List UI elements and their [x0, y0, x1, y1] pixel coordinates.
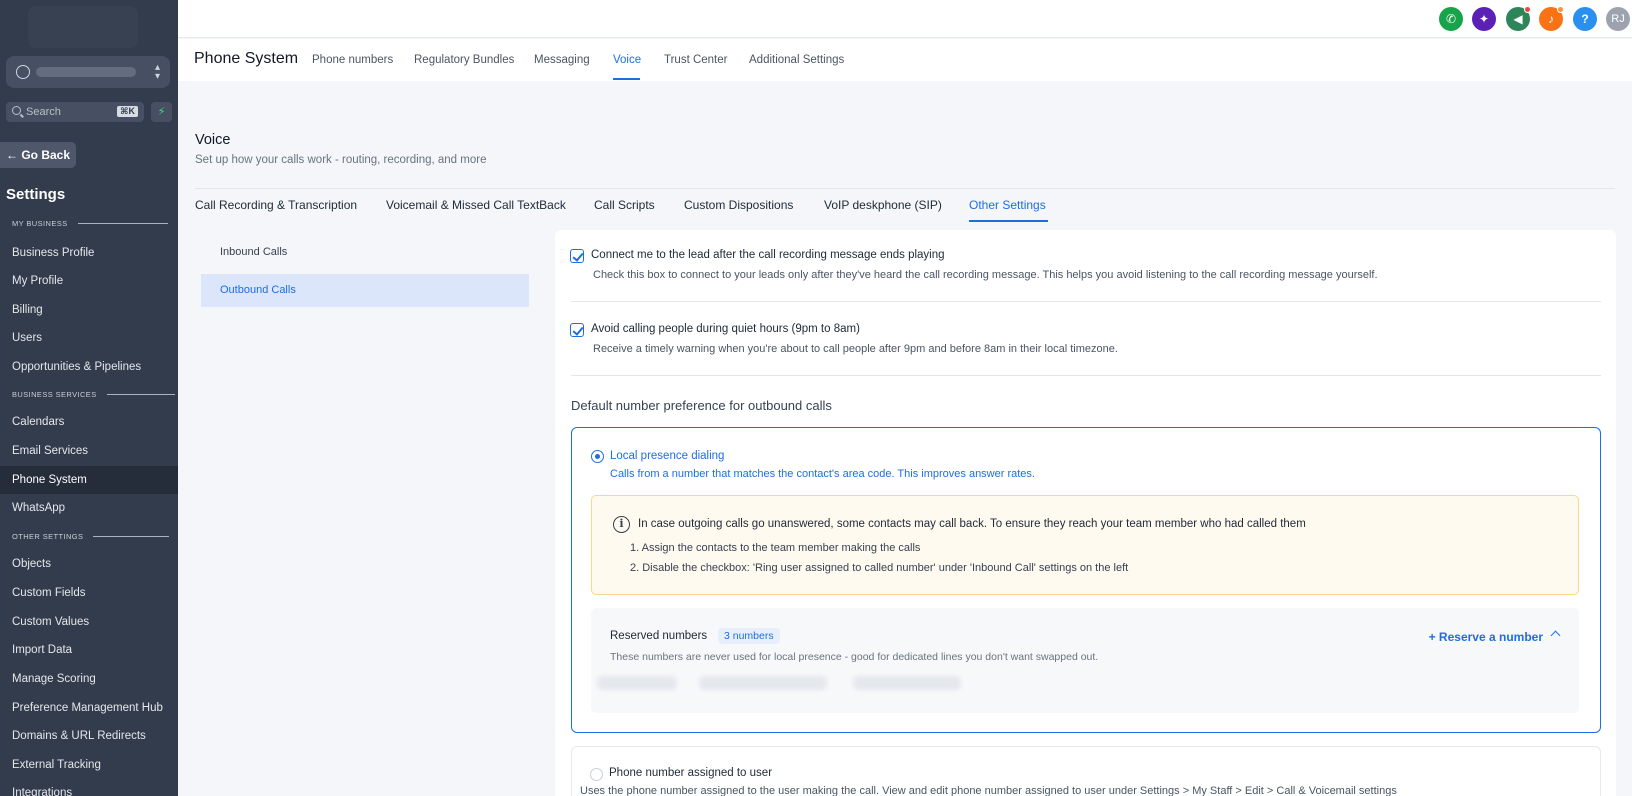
redacted-number	[597, 676, 677, 690]
warning-step: 2. Disable the checkbox: 'Ring user assi…	[630, 562, 1129, 574]
section-other-settings: OTHER SETTINGS	[12, 532, 170, 541]
connect-after-recording-desc: Check this box to connect to your leads …	[593, 269, 1378, 281]
phone-icon[interactable]: ✆	[1439, 7, 1463, 31]
connect-after-recording-title: Connect me to the lead after the call re…	[591, 249, 945, 261]
sidebar-item-preference-management-hub[interactable]: Preference Management Hub	[0, 694, 178, 722]
tab-call-recording[interactable]: Call Recording & Transcription	[195, 198, 357, 212]
warning-text: In case outgoing calls go unanswered, so…	[638, 518, 1306, 530]
account-switcher[interactable]: ▴ ▾	[6, 56, 170, 88]
section-label: OTHER SETTINGS	[12, 532, 84, 541]
warning-step: 1. Assign the contacts to the team membe…	[630, 542, 921, 554]
assigned-number-radio[interactable]	[590, 768, 603, 781]
sidebar-item-whatsapp[interactable]: WhatsApp	[0, 494, 178, 522]
ai-sparkle-icon[interactable]: ✦	[1472, 7, 1496, 31]
nav-outbound-calls[interactable]: Outbound Calls	[201, 274, 529, 307]
page-title: Phone System	[194, 50, 299, 67]
tab-phone-numbers[interactable]: Phone numbers	[312, 54, 393, 66]
reserved-count-badge: 3 numbers	[718, 628, 780, 644]
tab-additional-settings[interactable]: Additional Settings	[749, 54, 844, 66]
tab-call-scripts[interactable]: Call Scripts	[594, 198, 655, 212]
section-label: BUSINESS SERVICES	[12, 390, 97, 399]
sidebar-item-custom-fields[interactable]: Custom Fields	[0, 579, 178, 607]
divider	[571, 301, 1601, 302]
sidebar-item-phone-system[interactable]: Phone System	[0, 466, 178, 494]
sidebar-item-import-data[interactable]: Import Data	[0, 636, 178, 664]
top-bar: ✆ ✦ ◀ ♪ ? RJ	[178, 0, 1632, 38]
redacted-number	[699, 676, 827, 690]
sidebar-item-opportunities-pipelines[interactable]: Opportunities & Pipelines	[0, 353, 178, 381]
tab-trust-center[interactable]: Trust Center	[664, 54, 727, 66]
tab-voice[interactable]: Voice	[613, 54, 641, 66]
go-back-button[interactable]: ← Go Back	[0, 142, 76, 168]
reserved-numbers-section: Reserved numbers 3 numbers + Reserve a n…	[591, 608, 1579, 713]
active-tab-underline	[969, 220, 1048, 222]
sidebar-item-email-services[interactable]: Email Services	[0, 437, 178, 465]
quick-actions-bolt-icon[interactable]: ⚡	[151, 102, 172, 122]
reserved-numbers-desc: These numbers are never used for local p…	[610, 651, 1099, 663]
sidebar-item-users[interactable]: Users	[0, 324, 178, 352]
search-icon	[12, 106, 21, 115]
info-icon: i	[613, 516, 630, 533]
sidebar-item-billing[interactable]: Billing	[0, 296, 178, 324]
default-number-heading: Default number preference for outbound c…	[571, 398, 832, 413]
tab-voicemail[interactable]: Voicemail & Missed Call TextBack	[386, 198, 566, 212]
chevron-updown-icon: ▴ ▾	[154, 62, 160, 82]
local-presence-title: Local presence dialing	[610, 450, 725, 462]
tab-other-settings[interactable]: Other Settings	[969, 198, 1046, 212]
sidebar: ▴ ▾ Search ⌘K ⚡ ← Go Back Settings MY BUS…	[0, 0, 178, 796]
sidebar-title: Settings	[6, 186, 66, 203]
reserved-numbers-title: Reserved numbers	[610, 630, 708, 642]
bell-icon[interactable]: ♪	[1539, 6, 1564, 31]
quiet-hours-title: Avoid calling people during quiet hours …	[591, 323, 860, 335]
notification-dot	[1524, 6, 1531, 13]
section-my-business: MY BUSINESS	[12, 219, 168, 228]
notification-dot	[1557, 6, 1564, 13]
sidebar-item-business-profile[interactable]: Business Profile	[0, 239, 178, 267]
tab-custom-dispositions[interactable]: Custom Dispositions	[684, 198, 793, 212]
help-icon[interactable]: ?	[1573, 7, 1597, 31]
reserve-number-link[interactable]: + Reserve a number	[1429, 630, 1543, 644]
go-back-label: Go Back	[21, 148, 71, 162]
quiet-hours-checkbox[interactable]	[570, 323, 584, 337]
tab-regulatory-bundles[interactable]: Regulatory Bundles	[414, 54, 514, 66]
callback-warning: i In case outgoing calls go unanswered, …	[591, 495, 1579, 595]
quiet-hours-desc: Receive a timely warning when you're abo…	[593, 343, 1118, 355]
megaphone-icon[interactable]: ◀	[1506, 6, 1531, 31]
section-title: Voice	[195, 132, 231, 148]
assigned-number-title: Phone number assigned to user	[609, 767, 773, 779]
nav-inbound-calls[interactable]: Inbound Calls	[201, 236, 529, 269]
local-presence-radio[interactable]	[591, 450, 604, 463]
divider	[195, 188, 1615, 189]
sidebar-item-my-profile[interactable]: My Profile	[0, 267, 178, 295]
sidebar-item-objects[interactable]: Objects	[0, 550, 178, 578]
search-input[interactable]: Search ⌘K	[6, 102, 144, 122]
account-name-redacted	[36, 67, 136, 77]
location-icon	[16, 65, 30, 79]
section-business-services: BUSINESS SERVICES	[12, 390, 175, 399]
redacted-number	[853, 676, 961, 690]
tab-voip-deskphone[interactable]: VoIP deskphone (SIP)	[824, 198, 942, 212]
sidebar-item-integrations[interactable]: Integrations	[0, 779, 178, 796]
divider	[571, 375, 1601, 376]
sidebar-item-calendars[interactable]: Calendars	[0, 408, 178, 436]
active-tab-underline	[613, 78, 640, 80]
sidebar-item-manage-scoring[interactable]: Manage Scoring	[0, 665, 178, 693]
tab-messaging[interactable]: Messaging	[534, 54, 590, 66]
chevron-up-icon[interactable]	[1550, 630, 1561, 641]
sidebar-item-custom-values[interactable]: Custom Values	[0, 608, 178, 636]
search-placeholder: Search	[26, 106, 61, 118]
avatar[interactable]: RJ	[1606, 7, 1630, 31]
company-logo	[28, 6, 138, 48]
local-presence-desc: Calls from a number that matches the con…	[610, 468, 1035, 480]
connect-after-recording-checkbox[interactable]	[570, 249, 584, 263]
section-subtitle: Set up how your calls work - routing, re…	[195, 154, 487, 166]
search-shortcut: ⌘K	[117, 106, 138, 117]
section-label: MY BUSINESS	[12, 219, 68, 228]
phone-system-subnav: Phone System Phone numbers Regulatory Bu…	[178, 39, 1632, 81]
sidebar-item-domains-url-redirects[interactable]: Domains & URL Redirects	[0, 722, 178, 750]
assigned-number-desc: Uses the phone number assigned to the us…	[580, 785, 1397, 796]
sidebar-item-external-tracking[interactable]: External Tracking	[0, 751, 178, 779]
